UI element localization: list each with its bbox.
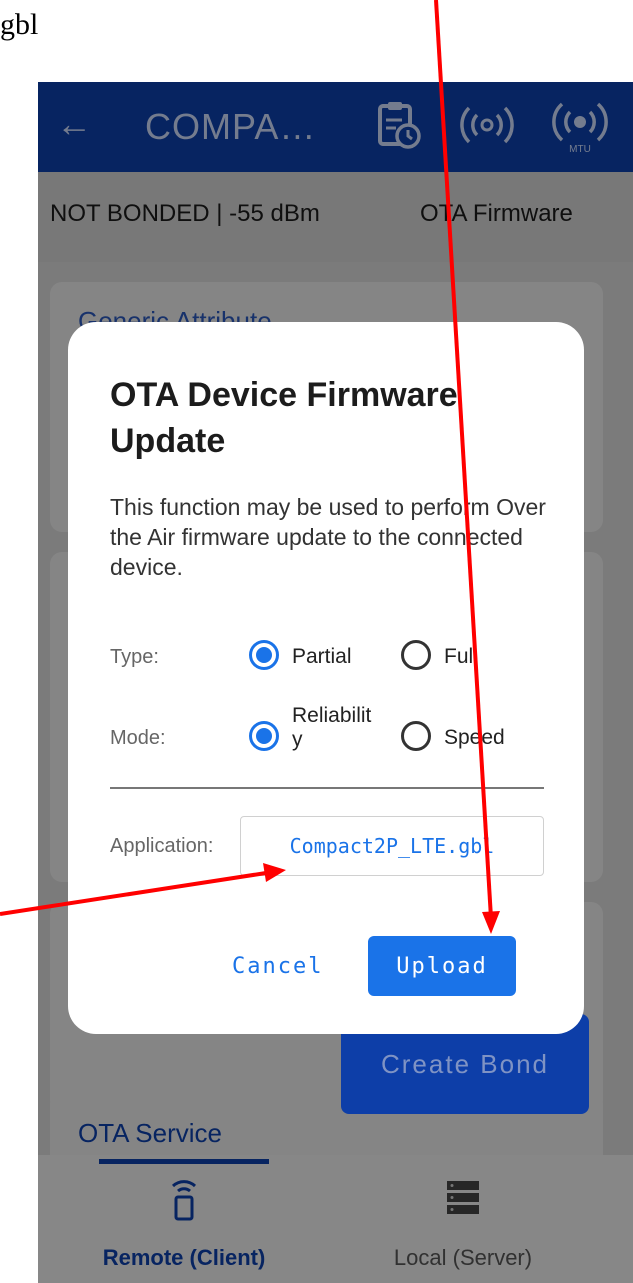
mode-label: Mode: [110, 727, 166, 749]
mode-reliability-label[interactable]: Reliabilit y [292, 704, 371, 752]
mode-speed-label[interactable]: Speed [444, 726, 505, 750]
application-label: Application: [110, 835, 214, 857]
ota-update-dialog: OTA Device Firmware Update This function… [68, 322, 584, 1034]
application-file-picker[interactable]: Compact2P_LTE.gbl [240, 816, 544, 876]
caption-fragment: gbl [0, 8, 39, 41]
type-partial-radio[interactable] [249, 640, 279, 670]
mode-reliability-radio[interactable] [249, 721, 279, 751]
mode-reliability-line2: y [292, 728, 303, 751]
dialog-divider [110, 787, 544, 789]
mode-reliability-line1: Reliabilit [292, 704, 372, 727]
dialog-title: OTA Device Firmware Update [110, 376, 458, 460]
mode-speed-radio[interactable] [401, 721, 431, 751]
upload-button[interactable]: Upload [368, 936, 516, 996]
dialog-description: This function may be used to perform Ove… [110, 494, 546, 580]
type-partial-label[interactable]: Partial [292, 645, 352, 669]
type-label: Type: [110, 646, 159, 668]
type-full-label[interactable]: Full [444, 645, 478, 669]
cancel-button[interactable]: Cancel [232, 954, 323, 979]
type-full-radio[interactable] [401, 640, 431, 670]
